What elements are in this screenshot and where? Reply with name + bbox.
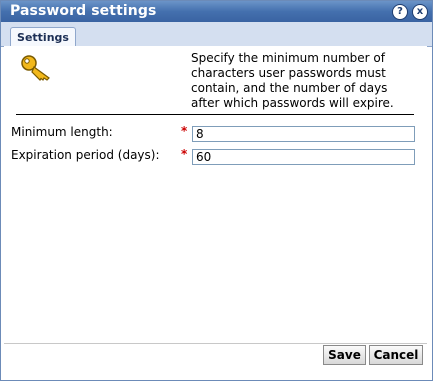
required-marker: * <box>181 147 188 161</box>
close-icon[interactable]: x <box>412 4 428 20</box>
description-text: Specify the minimum number of characters… <box>191 51 394 110</box>
min-length-input[interactable] <box>192 126 415 142</box>
tab-strip: Settings <box>1 22 432 47</box>
tab-settings[interactable]: Settings <box>10 27 76 47</box>
title-bar[interactable]: Password settings ? x <box>1 1 432 22</box>
help-icon[interactable]: ? <box>392 4 408 20</box>
dialog-title: Password settings <box>10 3 157 19</box>
divider <box>16 114 414 115</box>
cancel-button[interactable]: Cancel <box>369 345 423 365</box>
expiration-label: Expiration period (days): <box>11 148 160 162</box>
required-marker: * <box>181 124 188 138</box>
min-length-label: Minimum length: <box>11 125 113 139</box>
key-icon <box>21 55 50 81</box>
expiration-input[interactable] <box>192 149 415 165</box>
save-button[interactable]: Save <box>323 345 366 365</box>
